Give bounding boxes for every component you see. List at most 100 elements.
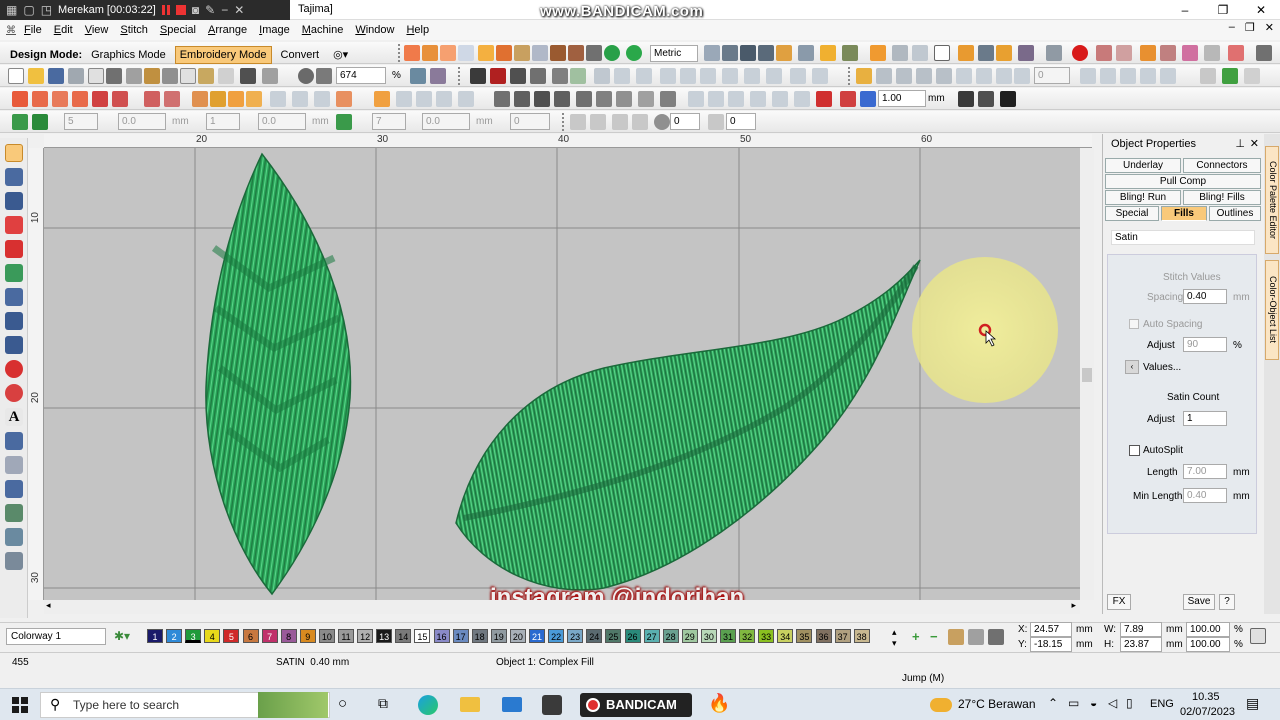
fill-type-select[interactable]: Satin bbox=[1111, 230, 1255, 245]
palette-icon[interactable] bbox=[1222, 68, 1238, 84]
length-input[interactable]: 7.00 bbox=[1183, 464, 1227, 479]
layer-icon[interactable] bbox=[570, 68, 586, 84]
offset-input[interactable]: 0.0 bbox=[258, 113, 306, 130]
spacing-input[interactable]: 0.0 bbox=[422, 113, 470, 130]
stitch-edit-icon[interactable] bbox=[856, 68, 872, 84]
save-props-button[interactable]: Save bbox=[1183, 594, 1215, 610]
wand-icon[interactable] bbox=[1046, 45, 1062, 61]
color-swatch[interactable]: 3 bbox=[185, 629, 202, 643]
zoom-icon[interactable] bbox=[298, 68, 314, 84]
bulb-icon[interactable] bbox=[820, 45, 836, 61]
camera-icon[interactable]: ◙ bbox=[192, 3, 199, 17]
stitch-length-input[interactable]: 1.00 bbox=[878, 90, 926, 107]
hatch-tool2-icon[interactable] bbox=[5, 528, 23, 546]
pan-icon[interactable] bbox=[430, 68, 446, 84]
close-doc-icon[interactable] bbox=[88, 68, 104, 84]
menu-help[interactable]: Help bbox=[400, 24, 435, 36]
save-as-icon[interactable] bbox=[68, 68, 84, 84]
mail-icon[interactable] bbox=[502, 697, 522, 712]
space-h-icon[interactable] bbox=[790, 68, 806, 84]
lettering1-icon[interactable] bbox=[688, 91, 704, 107]
distribute-icon[interactable] bbox=[758, 45, 774, 61]
window-icon[interactable]: ▢ bbox=[23, 3, 34, 17]
h-input[interactable]: 23.87 bbox=[1120, 637, 1162, 652]
tab-bling-fills[interactable]: Bling! Fills bbox=[1183, 190, 1261, 205]
color-swatch[interactable]: 13 bbox=[376, 629, 393, 643]
record-region-icon[interactable]: ◳ bbox=[41, 3, 52, 17]
angle4-icon[interactable] bbox=[1140, 68, 1156, 84]
join-icon[interactable] bbox=[976, 68, 992, 84]
zoom-box-icon[interactable] bbox=[316, 68, 332, 84]
color-swatch[interactable]: 16 bbox=[433, 629, 450, 643]
motif-icon[interactable] bbox=[416, 91, 432, 107]
smooth-icon[interactable] bbox=[916, 68, 932, 84]
toolbar-grip[interactable] bbox=[458, 67, 462, 85]
undo-icon[interactable] bbox=[240, 68, 256, 84]
print-icon[interactable] bbox=[106, 68, 122, 84]
close-panel-icon[interactable] bbox=[1256, 45, 1272, 61]
stitch-type5-icon[interactable] bbox=[92, 91, 108, 107]
satin-column-tool-icon[interactable] bbox=[5, 216, 23, 234]
fill-type2-icon[interactable] bbox=[210, 91, 226, 107]
tab-pull-comp[interactable]: Pull Comp bbox=[1105, 174, 1261, 189]
lettering4-icon[interactable] bbox=[750, 91, 766, 107]
chain-icon[interactable] bbox=[616, 91, 632, 107]
vertical-scroll-thumb[interactable] bbox=[1082, 368, 1092, 382]
menu-window[interactable]: Window bbox=[349, 24, 400, 36]
color-swatch[interactable]: 6 bbox=[242, 629, 259, 643]
task-view-icon[interactable]: ⧉ bbox=[378, 695, 388, 712]
node-icon[interactable] bbox=[892, 45, 908, 61]
close-recorder-icon[interactable]: ✕ bbox=[234, 3, 244, 17]
hoop-icon[interactable] bbox=[776, 45, 792, 61]
image-tool-icon[interactable] bbox=[550, 45, 566, 61]
arrange-icon[interactable] bbox=[470, 68, 486, 84]
menu-special[interactable]: Special bbox=[154, 24, 202, 36]
tab-outlines[interactable]: Outlines bbox=[1209, 206, 1261, 221]
text-tool-icon[interactable]: A bbox=[5, 408, 23, 426]
color-swatch[interactable]: 21 bbox=[529, 629, 545, 643]
zoom-select[interactable]: 674 bbox=[336, 67, 386, 84]
grid-toggle-icon[interactable] bbox=[1200, 68, 1216, 84]
color-swatch[interactable]: 23 bbox=[567, 629, 584, 643]
spacing-input[interactable]: 0.40 bbox=[1183, 289, 1227, 304]
notification-icon[interactable]: ▤ bbox=[1246, 695, 1259, 712]
appliqué-icon[interactable] bbox=[660, 91, 676, 107]
align-bottom-icon[interactable] bbox=[766, 68, 782, 84]
pin-icon[interactable]: ⊥ bbox=[1235, 137, 1245, 150]
copy-icon[interactable] bbox=[180, 68, 196, 84]
w-input[interactable]: 7.89 bbox=[1120, 622, 1162, 637]
swatch-scroll-icon[interactable]: ▴ ▾ bbox=[892, 627, 897, 649]
curve-tool-icon[interactable] bbox=[440, 45, 456, 61]
group-icon[interactable] bbox=[490, 68, 506, 84]
print-preview-icon[interactable] bbox=[126, 68, 142, 84]
menu-arrange[interactable]: Arrange bbox=[202, 24, 253, 36]
align-right-icon[interactable] bbox=[700, 68, 716, 84]
restore-icon[interactable]: ❐ bbox=[1204, 0, 1242, 20]
colorway-select[interactable]: Colorway 1 bbox=[6, 628, 106, 645]
color-swatch[interactable]: 28 bbox=[662, 629, 679, 643]
run-tool-icon[interactable] bbox=[5, 240, 23, 258]
sequence-icon[interactable] bbox=[978, 91, 994, 107]
file-explorer-icon[interactable] bbox=[460, 697, 480, 712]
run-icon[interactable] bbox=[494, 91, 510, 107]
merge-icon[interactable] bbox=[1018, 45, 1034, 61]
paste-icon[interactable] bbox=[198, 68, 214, 84]
menu-view[interactable]: View bbox=[79, 24, 115, 36]
rotate-icon[interactable] bbox=[636, 68, 652, 84]
fill-type1-icon[interactable] bbox=[192, 91, 208, 107]
fire-app-icon[interactable]: 🔥 bbox=[708, 693, 730, 714]
flip-icon[interactable] bbox=[614, 68, 630, 84]
photo-tool-icon[interactable] bbox=[568, 45, 584, 61]
volume-icon[interactable]: ◁ bbox=[1108, 696, 1117, 710]
autosplit-checkbox[interactable] bbox=[1129, 445, 1140, 456]
export-icon[interactable] bbox=[144, 68, 160, 84]
color-swatch[interactable]: 1 bbox=[147, 629, 163, 643]
color-palette-editor-tab[interactable]: Color Palette Editor bbox=[1265, 146, 1279, 254]
line-tool2-icon[interactable] bbox=[5, 312, 23, 330]
backtrack-icon[interactable] bbox=[534, 91, 550, 107]
misc-icon[interactable] bbox=[1204, 45, 1220, 61]
line-tool-icon[interactable] bbox=[458, 45, 474, 61]
w-percent-input[interactable]: 100.00 bbox=[1186, 622, 1230, 637]
outline-icon[interactable] bbox=[638, 91, 654, 107]
pattern-tool-icon[interactable] bbox=[586, 45, 602, 61]
